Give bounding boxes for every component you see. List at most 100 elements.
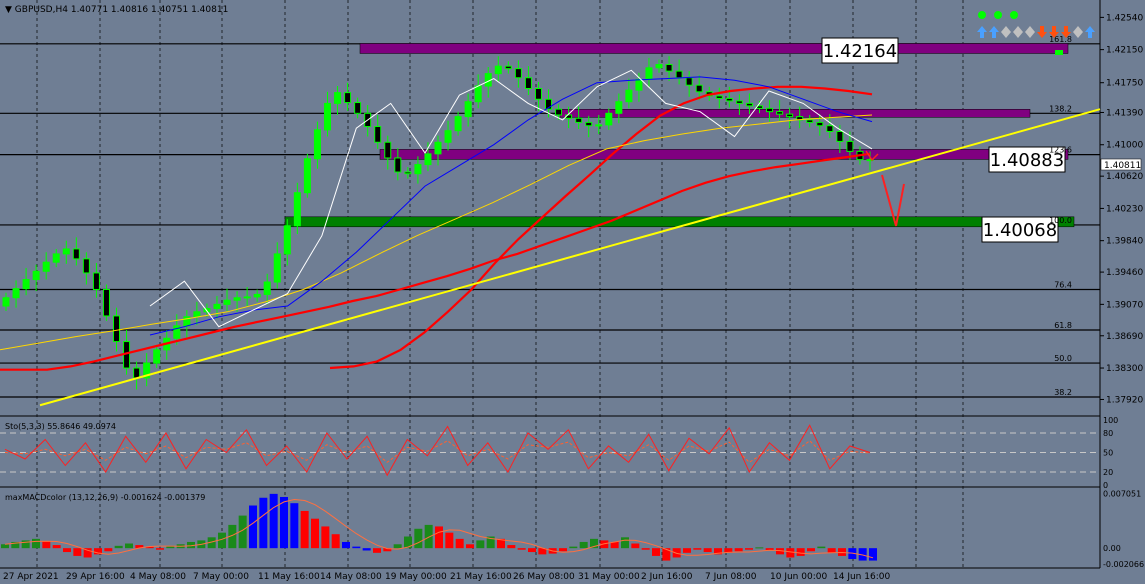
bull-candle xyxy=(193,311,201,318)
macd-bar xyxy=(311,518,319,549)
bear-candle xyxy=(725,97,733,102)
bear-candle xyxy=(524,77,532,89)
bear-candle xyxy=(685,77,693,86)
macd-bar xyxy=(796,548,805,556)
green-dot-icon xyxy=(994,11,1002,19)
macd-bar xyxy=(32,538,40,549)
bear-candle xyxy=(394,157,402,173)
macd-bar xyxy=(745,548,753,550)
price-tick-label: 1.41000 xyxy=(1106,141,1143,151)
macd-bar xyxy=(517,548,526,550)
macd-bar xyxy=(321,526,330,549)
fibo-label: 123.6 xyxy=(1049,146,1072,155)
bull-candle xyxy=(283,225,291,255)
bull-candle xyxy=(273,253,281,283)
time-tick-label: 29 Apr 16:00 xyxy=(66,572,125,582)
macd-bar xyxy=(703,548,712,553)
bull-candle xyxy=(293,192,301,227)
time-tick-label: 4 May 08:00 xyxy=(130,572,186,582)
fibo-label: 138.2 xyxy=(1049,104,1072,113)
bear-candle xyxy=(384,141,392,159)
macd-bar xyxy=(579,541,588,549)
bear-candle xyxy=(82,258,90,274)
time-tick-label: 14 May 08:00 xyxy=(320,572,382,582)
macd-bar xyxy=(42,541,51,549)
bull-candle xyxy=(645,67,653,80)
bear-candle xyxy=(92,272,100,290)
bear-candle xyxy=(715,95,723,99)
svg-text:1.40068: 1.40068 xyxy=(983,220,1057,241)
zone-label-1: 1.42164 xyxy=(821,37,899,64)
bear-candle xyxy=(745,102,753,107)
price-tick-label: 1.39070 xyxy=(1106,300,1143,310)
macd-bar xyxy=(156,548,164,550)
macd-bar xyxy=(114,545,123,549)
bull-candle xyxy=(444,130,452,143)
macd-bar xyxy=(559,548,567,552)
stoch-level-label: 50 xyxy=(1103,449,1113,458)
resistance-zone xyxy=(559,109,1031,118)
macd-bar xyxy=(445,532,454,549)
bear-candle xyxy=(514,68,522,79)
bear-candle xyxy=(534,87,542,100)
price-tick-label: 1.41390 xyxy=(1106,108,1143,118)
macd-bar xyxy=(414,528,423,549)
bull-candle xyxy=(32,270,40,281)
stoch-level-label: 80 xyxy=(1103,429,1113,438)
macd-bar xyxy=(827,548,836,553)
macd-bar xyxy=(269,493,278,549)
macd-label: maxMACDcolor (13,12,26,9) -0.001624 -0.0… xyxy=(5,493,205,502)
price-tick-label: 1.42540 xyxy=(1106,13,1143,23)
bull-candle xyxy=(42,261,50,272)
macd-bar xyxy=(817,546,826,549)
bull-candle xyxy=(334,92,342,104)
stoch-level-label: 20 xyxy=(1103,468,1113,477)
bear-candle xyxy=(735,100,743,104)
bull-candle xyxy=(424,153,432,166)
bear-candle xyxy=(776,111,784,115)
price-tick-label: 1.39840 xyxy=(1106,237,1143,247)
current-price-tag: 1.40811 xyxy=(1100,158,1142,171)
time-tick-label: 27 Apr 2021 xyxy=(3,572,59,582)
macd-bar xyxy=(125,543,133,549)
bull-candle xyxy=(313,129,321,160)
bear-candle xyxy=(836,130,844,142)
bull-candle xyxy=(434,141,442,155)
macd-bar xyxy=(683,548,691,553)
time-tick-label: 26 May 08:00 xyxy=(513,572,575,582)
dropdown-icon[interactable]: ▼ xyxy=(5,5,15,15)
bull-candle xyxy=(615,101,623,114)
bear-candle xyxy=(344,92,352,104)
signal-marker xyxy=(1055,50,1063,55)
macd-bar xyxy=(869,548,877,561)
price-tick-label: 1.37920 xyxy=(1106,395,1143,405)
bull-candle xyxy=(233,297,241,301)
macd-bar xyxy=(280,496,288,549)
bear-candle xyxy=(504,65,512,70)
resistance-zone xyxy=(359,43,1069,54)
bear-candle xyxy=(816,121,824,127)
price-tick-label: 1.40230 xyxy=(1106,204,1143,214)
green-dot-icon xyxy=(1010,11,1018,19)
time-tick-label: 19 May 00:00 xyxy=(385,572,447,582)
price-tick-label: 1.38300 xyxy=(1106,364,1143,374)
macd-bar xyxy=(652,548,660,556)
macd-bar xyxy=(290,503,299,549)
support-zone xyxy=(284,216,1075,228)
bear-candle xyxy=(555,108,563,116)
fibo-label: 76.4 xyxy=(1054,280,1072,289)
bull-candle xyxy=(635,78,643,91)
bear-candle xyxy=(404,171,412,175)
macd-bar xyxy=(249,505,257,549)
bull-candle xyxy=(2,297,10,307)
bull-candle xyxy=(323,102,331,131)
macd-bar xyxy=(528,548,536,553)
chart-canvas[interactable]: 1.42164 1.40883 1.40068 161.8138.2123.61… xyxy=(0,0,1145,584)
macd-bar xyxy=(786,548,795,558)
bear-candle xyxy=(113,315,121,343)
svg-text:1.40811: 1.40811 xyxy=(1104,161,1141,171)
macd-bar xyxy=(435,526,443,549)
bear-candle xyxy=(665,64,673,72)
price-tick-label: 1.40620 xyxy=(1106,172,1143,182)
bull-candle xyxy=(474,85,482,103)
